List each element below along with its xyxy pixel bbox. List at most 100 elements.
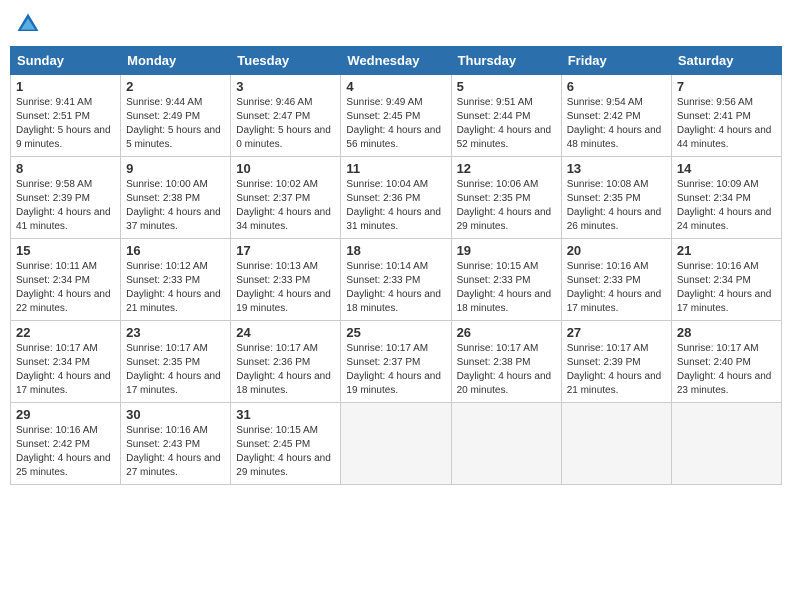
day-number: 29 [16,407,115,422]
day-info: Sunrise: 10:12 AMSunset: 2:33 PMDaylight… [126,260,225,316]
day-info: Sunrise: 10:16 AMSunset: 2:43 PMDaylight… [126,424,225,480]
calendar-table: SundayMondayTuesdayWednesdayThursdayFrid… [10,46,782,485]
calendar-cell: 19Sunrise: 10:15 AMSunset: 2:33 PMDaylig… [451,239,561,321]
calendar-week-row: 1 Sunrise: 9:41 AMSunset: 2:51 PMDaylight… [11,75,782,157]
day-number: 10 [236,161,335,176]
day-info: Sunrise: 10:16 AMSunset: 2:42 PMDaylight… [16,424,115,480]
calendar-cell: 15Sunrise: 10:11 AMSunset: 2:34 PMDaylig… [11,239,121,321]
calendar-cell: 4 Sunrise: 9:49 AMSunset: 2:45 PMDaylight… [341,75,451,157]
day-number: 1 [16,79,115,94]
calendar-cell [671,403,781,485]
day-number: 23 [126,325,225,340]
day-info: Sunrise: 10:17 AMSunset: 2:39 PMDaylight… [567,342,666,398]
day-number: 11 [346,161,445,176]
day-info: Sunrise: 10:04 AMSunset: 2:36 PMDaylight… [346,178,445,234]
calendar-cell: 24 Sunrise: 10:17 AMSunset: 2:36 PMDaylig… [231,321,341,403]
logo-icon [14,10,42,38]
day-info: Sunrise: 9:54 AMSunset: 2:42 PMDaylight:… [567,96,666,152]
day-number: 17 [236,243,335,258]
day-number: 4 [346,79,445,94]
calendar-cell [451,403,561,485]
calendar-cell: 26 Sunrise: 10:17 AMSunset: 2:38 PMDaylig… [451,321,561,403]
calendar-cell: 16 Sunrise: 10:12 AMSunset: 2:33 PMDaylig… [121,239,231,321]
day-info: Sunrise: 10:15 AMSunset: 2:45 PMDaylight… [236,424,335,480]
column-header-monday: Monday [121,47,231,75]
day-number: 30 [126,407,225,422]
column-header-sunday: Sunday [11,47,121,75]
calendar-cell: 27 Sunrise: 10:17 AMSunset: 2:39 PMDaylig… [561,321,671,403]
day-info: Sunrise: 10:02 AMSunset: 2:37 PMDaylight… [236,178,335,234]
calendar-cell: 23 Sunrise: 10:17 AMSunset: 2:35 PMDaylig… [121,321,231,403]
day-info: Sunrise: 10:17 AMSunset: 2:36 PMDaylight… [236,342,335,398]
calendar-cell: 13 Sunrise: 10:08 AMSunset: 2:35 PMDaylig… [561,157,671,239]
day-info: Sunrise: 10:17 AMSunset: 2:37 PMDaylight… [346,342,445,398]
day-info: Sunrise: 10:00 AMSunset: 2:38 PMDaylight… [126,178,225,234]
day-info: Sunrise: 9:51 AMSunset: 2:44 PMDaylight:… [457,96,556,152]
column-header-friday: Friday [561,47,671,75]
day-number: 21 [677,243,776,258]
column-header-tuesday: Tuesday [231,47,341,75]
calendar-cell: 21 Sunrise: 10:16 AMSunset: 2:34 PMDaylig… [671,239,781,321]
column-header-thursday: Thursday [451,47,561,75]
day-number: 6 [567,79,666,94]
day-number: 16 [126,243,225,258]
day-number: 24 [236,325,335,340]
day-info: Sunrise: 9:46 AMSunset: 2:47 PMDaylight:… [236,96,335,152]
day-number: 22 [16,325,115,340]
calendar-header-row: SundayMondayTuesdayWednesdayThursdayFrid… [11,47,782,75]
column-header-wednesday: Wednesday [341,47,451,75]
day-info: Sunrise: 10:14 AMSunset: 2:33 PMDaylight… [346,260,445,316]
day-number: 19 [457,243,556,258]
calendar-cell [341,403,451,485]
day-number: 26 [457,325,556,340]
calendar-cell: 31Sunrise: 10:15 AMSunset: 2:45 PMDaylig… [231,403,341,485]
day-number: 7 [677,79,776,94]
calendar-week-row: 15Sunrise: 10:11 AMSunset: 2:34 PMDaylig… [11,239,782,321]
calendar-cell: 22 Sunrise: 10:17 AMSunset: 2:34 PMDaylig… [11,321,121,403]
day-number: 28 [677,325,776,340]
column-header-saturday: Saturday [671,47,781,75]
day-number: 20 [567,243,666,258]
day-info: Sunrise: 10:17 AMSunset: 2:40 PMDaylight… [677,342,776,398]
day-info: Sunrise: 9:49 AMSunset: 2:45 PMDaylight:… [346,96,445,152]
calendar-cell: 5 Sunrise: 9:51 AMSunset: 2:44 PMDaylight… [451,75,561,157]
day-info: Sunrise: 10:06 AMSunset: 2:35 PMDaylight… [457,178,556,234]
day-info: Sunrise: 10:16 AMSunset: 2:34 PMDaylight… [677,260,776,316]
calendar-week-row: 22 Sunrise: 10:17 AMSunset: 2:34 PMDaylig… [11,321,782,403]
day-number: 12 [457,161,556,176]
calendar-week-row: 29 Sunrise: 10:16 AMSunset: 2:42 PMDaylig… [11,403,782,485]
day-number: 2 [126,79,225,94]
day-info: Sunrise: 10:17 AMSunset: 2:38 PMDaylight… [457,342,556,398]
day-number: 15 [16,243,115,258]
day-info: Sunrise: 9:44 AMSunset: 2:49 PMDaylight:… [126,96,225,152]
page-header [10,10,782,38]
day-info: Sunrise: 9:58 AMSunset: 2:39 PMDaylight:… [16,178,115,234]
calendar-cell: 2 Sunrise: 9:44 AMSunset: 2:49 PMDaylight… [121,75,231,157]
calendar-cell: 6 Sunrise: 9:54 AMSunset: 2:42 PMDaylight… [561,75,671,157]
day-info: Sunrise: 10:17 AMSunset: 2:35 PMDaylight… [126,342,225,398]
calendar-cell: 7Sunrise: 9:56 AMSunset: 2:41 PMDaylight… [671,75,781,157]
calendar-cell: 8 Sunrise: 9:58 AMSunset: 2:39 PMDaylight… [11,157,121,239]
calendar-cell: 12 Sunrise: 10:06 AMSunset: 2:35 PMDaylig… [451,157,561,239]
calendar-week-row: 8 Sunrise: 9:58 AMSunset: 2:39 PMDaylight… [11,157,782,239]
calendar-cell: 20 Sunrise: 10:16 AMSunset: 2:33 PMDaylig… [561,239,671,321]
day-number: 3 [236,79,335,94]
calendar-cell: 1 Sunrise: 9:41 AMSunset: 2:51 PMDaylight… [11,75,121,157]
day-number: 5 [457,79,556,94]
day-number: 27 [567,325,666,340]
day-info: Sunrise: 10:08 AMSunset: 2:35 PMDaylight… [567,178,666,234]
calendar-cell: 10 Sunrise: 10:02 AMSunset: 2:37 PMDaylig… [231,157,341,239]
logo [14,10,46,38]
calendar-cell: 3 Sunrise: 9:46 AMSunset: 2:47 PMDaylight… [231,75,341,157]
day-number: 9 [126,161,225,176]
day-number: 13 [567,161,666,176]
day-number: 25 [346,325,445,340]
calendar-cell: 30 Sunrise: 10:16 AMSunset: 2:43 PMDaylig… [121,403,231,485]
day-info: Sunrise: 10:17 AMSunset: 2:34 PMDaylight… [16,342,115,398]
calendar-cell: 25 Sunrise: 10:17 AMSunset: 2:37 PMDaylig… [341,321,451,403]
day-info: Sunrise: 10:13 AMSunset: 2:33 PMDaylight… [236,260,335,316]
day-number: 8 [16,161,115,176]
day-info: Sunrise: 10:16 AMSunset: 2:33 PMDaylight… [567,260,666,316]
day-number: 14 [677,161,776,176]
day-info: Sunrise: 9:41 AMSunset: 2:51 PMDaylight:… [16,96,115,152]
